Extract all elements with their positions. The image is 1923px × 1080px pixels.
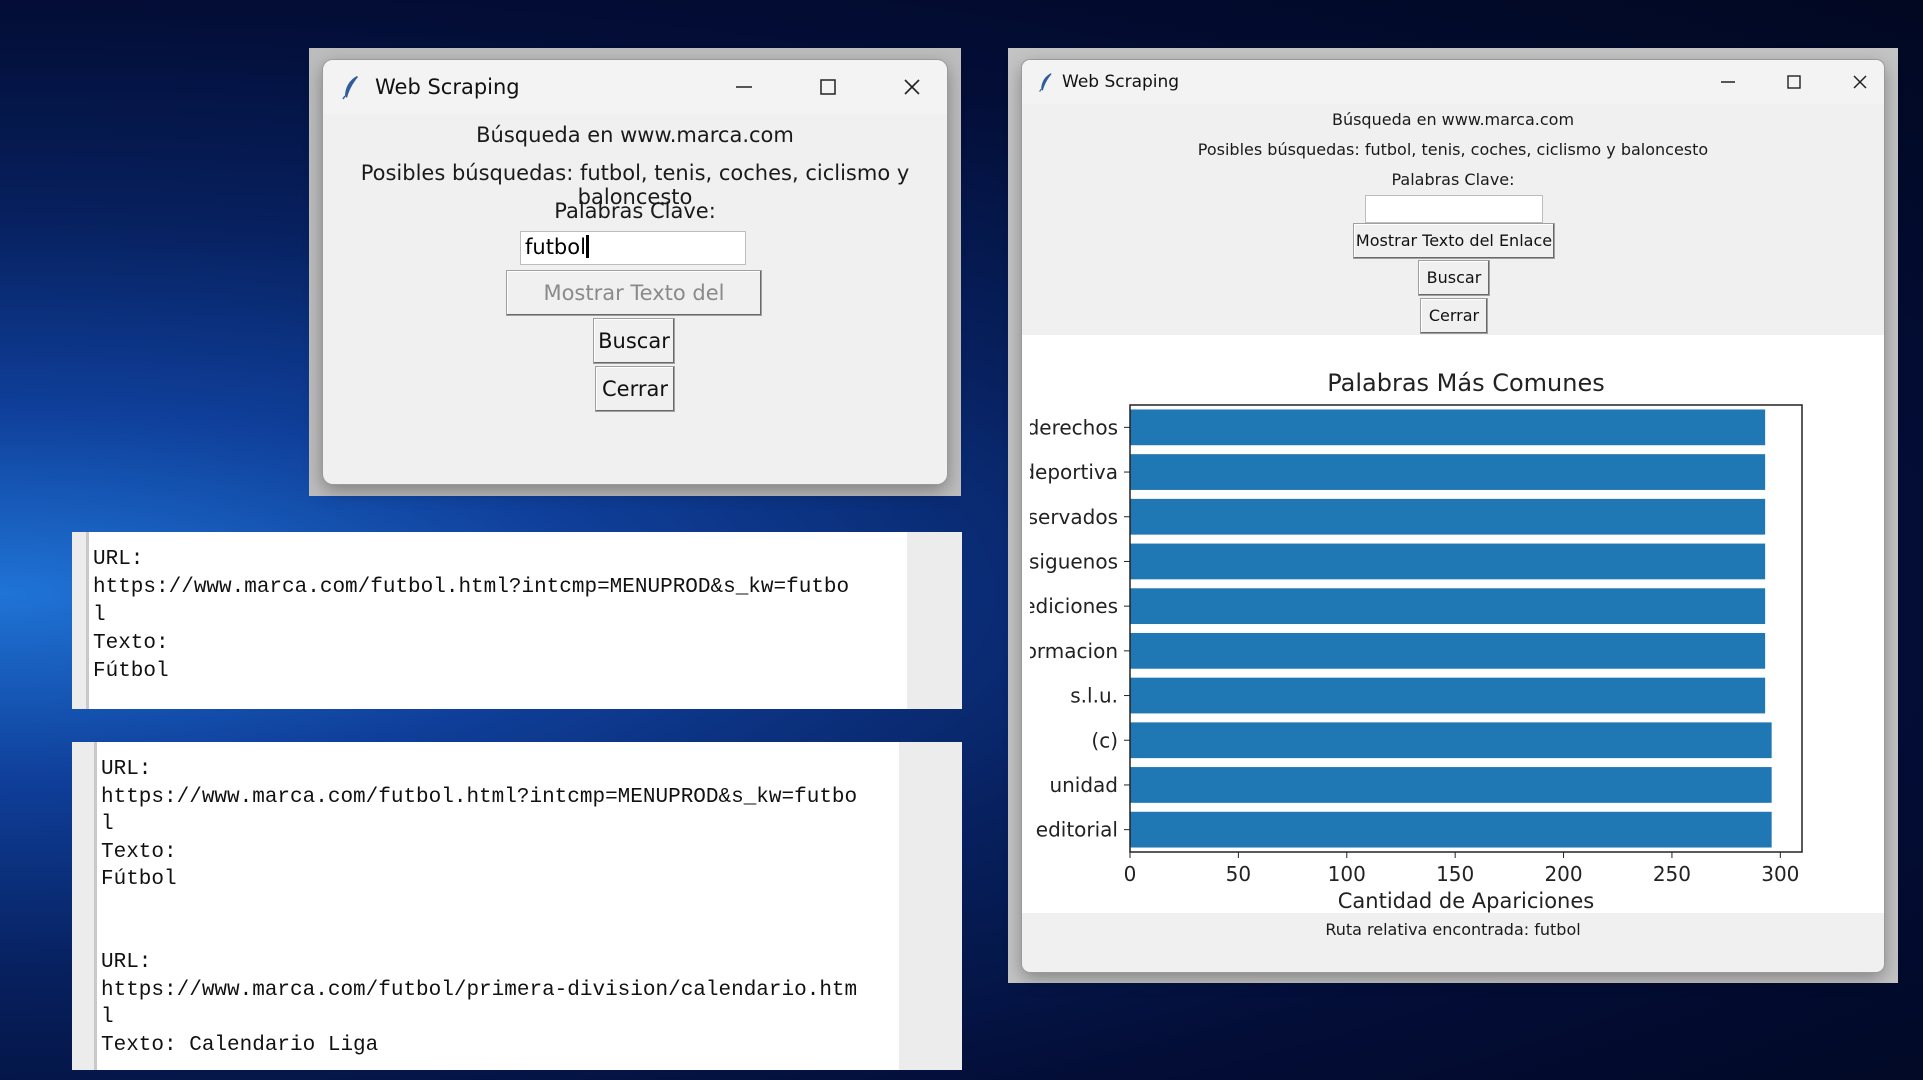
output-panel-1: URL: https://www.marca.com/futbol.html?i…: [72, 532, 962, 709]
chart-bar: [1130, 588, 1766, 625]
left-window: Web Scraping Búsqueda en www.marca.com P…: [323, 60, 947, 484]
right-window: Web Scraping Búsqueda en www.marca.com P…: [1022, 60, 1884, 972]
chart-bar: [1130, 722, 1772, 759]
chart-canvas: Palabras Más Comunes derechos deportiva ese…: [1022, 335, 1884, 913]
chart-bar: [1130, 767, 1772, 803]
x-axis-label: Cantidad de Apariciones: [1338, 889, 1594, 913]
output-text-1[interactable]: URL: https://www.marca.com/futbol.html?i…: [86, 532, 907, 709]
left-heading: Búsqueda en www.marca.com: [476, 123, 794, 147]
output-panel-2: URL: https://www.marca.com/futbol.html?i…: [72, 742, 962, 1070]
right-search-button[interactable]: Buscar: [1418, 260, 1490, 296]
chart-title: Palabras Más Comunes: [1327, 369, 1604, 397]
y-tick-label: siguenos: [1029, 549, 1118, 573]
chart-bar: [1130, 409, 1766, 446]
left-keywords-label: Palabras Clave:: [554, 199, 716, 223]
left-close-button[interactable]: Cerrar: [595, 366, 675, 412]
y-tick-label: editorial: [1036, 818, 1118, 842]
x-tick-label: 100: [1328, 862, 1366, 886]
minimize-icon[interactable]: [1702, 60, 1754, 104]
chart-bar: [1130, 632, 1766, 669]
maximize-icon[interactable]: [799, 60, 857, 114]
left-show-text-button[interactable]: Mostrar Texto del Enlace: [506, 270, 762, 349]
y-tick-label: derechos: [1027, 415, 1118, 439]
right-keywords-input[interactable]: [1365, 195, 1543, 223]
chart-bar: [1130, 454, 1766, 490]
chart-bar: [1130, 498, 1766, 535]
feather-icon: [1038, 71, 1054, 93]
right-close-button[interactable]: Cerrar: [1420, 298, 1488, 334]
left-window-frame: Web Scraping Búsqueda en www.marca.com P…: [309, 48, 961, 496]
right-titlebar: Web Scraping: [1022, 60, 1884, 104]
x-tick-label: 50: [1226, 862, 1251, 886]
y-tick-label: (c): [1091, 728, 1118, 752]
output-text-2-content: URL: https://www.marca.com/futbol.html?i…: [101, 758, 858, 1057]
chart-bar: [1130, 811, 1772, 848]
bar-chart: Palabras Más Comunes derechos deportiva ese…: [1022, 335, 1803, 913]
close-icon[interactable]: [883, 60, 941, 114]
x-tick-label: 300: [1761, 862, 1799, 886]
y-tick-label: ediciones: [1023, 594, 1118, 618]
right-window-title: Web Scraping: [1062, 72, 1180, 92]
y-tick-label: unidad: [1049, 773, 1118, 797]
right-show-text-button[interactable]: Mostrar Texto del Enlace: [1353, 223, 1555, 259]
close-icon[interactable]: [1834, 60, 1884, 104]
x-tick-label: 150: [1436, 862, 1474, 886]
right-keywords-label: Palabras Clave:: [1391, 170, 1515, 189]
right-heading: Búsqueda en www.marca.com: [1331, 110, 1575, 129]
output-text-1-content: URL: https://www.marca.com/futbol.html?i…: [93, 548, 850, 683]
chart-bar: [1130, 543, 1766, 580]
feather-icon: [341, 74, 361, 100]
left-keywords-input[interactable]: futbol: [520, 231, 746, 265]
right-window-frame: Web Scraping Búsqueda en www.marca.com P…: [1008, 48, 1898, 983]
left-titlebar: Web Scraping: [323, 60, 947, 114]
x-tick-label: 0: [1124, 862, 1137, 886]
left-window-title: Web Scraping: [375, 75, 520, 99]
canvas-left-edge: [1022, 335, 1030, 913]
minimize-icon[interactable]: [715, 60, 773, 114]
x-tick-label: 200: [1544, 862, 1582, 886]
y-tick-label: ormacion: [1025, 639, 1118, 663]
right-status-text: Ruta relativa encontrada: futbol: [1325, 920, 1581, 939]
output-text-2[interactable]: URL: https://www.marca.com/futbol.html?i…: [94, 742, 899, 1070]
maximize-icon[interactable]: [1768, 60, 1820, 104]
chart-bar: [1130, 677, 1766, 714]
y-tick-label: eservados: [1022, 505, 1118, 529]
y-tick-label: s.l.u.: [1070, 684, 1118, 708]
text-cursor: [585, 235, 589, 258]
left-keywords-value: futbol: [525, 235, 586, 259]
left-search-button[interactable]: Buscar: [593, 318, 675, 364]
y-tick-label: deportiva: [1022, 460, 1118, 484]
right-subheading: Posibles búsquedas: futbol, tenis, coche…: [1197, 140, 1709, 159]
x-tick-label: 250: [1653, 862, 1691, 886]
